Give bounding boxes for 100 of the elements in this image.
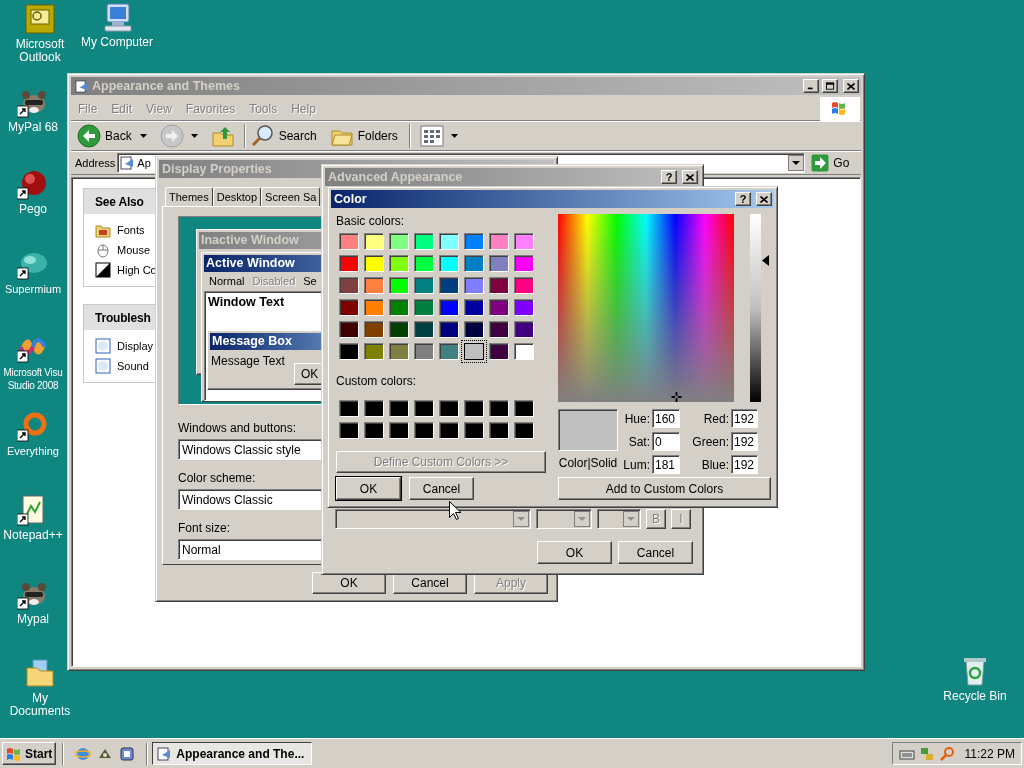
color-swatch[interactable] <box>464 299 484 316</box>
panel-link[interactable]: Sound <box>117 357 149 375</box>
icon-label[interactable]: Microsoft Visu Studio 2008 <box>0 366 66 392</box>
folder-icon[interactable] <box>24 657 56 689</box>
number-field[interactable]: 0 <box>652 432 680 451</box>
font-folder-icon[interactable] <box>95 222 111 238</box>
contrast-icon[interactable] <box>95 262 111 278</box>
luminance-slider[interactable] <box>750 214 769 402</box>
dialog-button[interactable]: OK <box>336 477 401 500</box>
color-swatch[interactable] <box>414 321 434 338</box>
color-swatch[interactable] <box>439 233 459 250</box>
panel-link[interactable]: Fonts <box>117 221 145 239</box>
caret-icon[interactable] <box>190 134 198 138</box>
back-button[interactable]: Back <box>76 123 133 149</box>
color-swatch[interactable] <box>489 343 509 360</box>
number-field[interactable]: 192 <box>731 432 758 451</box>
icon-label[interactable]: My Documents <box>0 692 80 718</box>
color-swatch[interactable] <box>464 422 484 439</box>
color-swatch[interactable] <box>389 299 409 316</box>
color-swatch[interactable] <box>489 255 509 272</box>
folders-button[interactable]: Folders <box>327 123 400 149</box>
color-swatch[interactable] <box>514 400 534 417</box>
color-swatch[interactable] <box>514 255 534 272</box>
color-swatch[interactable] <box>414 233 434 250</box>
color-swatch[interactable] <box>439 400 459 417</box>
color-swatch[interactable] <box>514 321 534 338</box>
tab[interactable]: Themes <box>165 187 213 206</box>
color-swatch[interactable] <box>364 321 384 338</box>
icon-label[interactable]: Recycle Bin <box>943 690 1007 703</box>
color-swatch[interactable] <box>514 299 534 316</box>
icon-label[interactable]: Notepad++ <box>3 529 63 542</box>
number-field[interactable]: 192 <box>731 455 758 474</box>
color-swatch[interactable] <box>364 233 384 250</box>
color-swatch[interactable] <box>439 299 459 316</box>
color-swatch[interactable] <box>489 277 509 294</box>
ring-icon[interactable] <box>17 410 49 442</box>
icon-label[interactable]: MyPal 68 <box>8 121 58 134</box>
panel-link[interactable]: Display <box>117 337 154 355</box>
maximize-button[interactable] <box>822 79 838 93</box>
views-icon[interactable] <box>419 125 444 147</box>
color-swatch[interactable] <box>364 343 384 360</box>
number-field[interactable]: 181 <box>652 455 680 474</box>
menu-item[interactable]: Se <box>303 272 317 290</box>
icon-label[interactable]: Pego <box>19 203 47 216</box>
start-button[interactable]: Start <box>2 742 57 765</box>
icon-label[interactable]: Mypal <box>17 613 49 626</box>
add-to-custom-colors-button[interactable]: Add to Custom Colors <box>558 477 771 500</box>
color-swatch[interactable] <box>514 422 534 439</box>
color-swatch[interactable] <box>464 400 484 417</box>
menu-item[interactable]: Normal <box>209 272 245 290</box>
color-swatch[interactable] <box>389 233 409 250</box>
ball-icon[interactable] <box>17 168 49 200</box>
help-button[interactable]: ? <box>661 170 677 184</box>
color-swatch[interactable] <box>339 321 359 338</box>
color-swatch[interactable] <box>389 400 409 417</box>
color-swatch[interactable] <box>389 321 409 338</box>
dialog-button[interactable]: Cancel <box>618 541 693 564</box>
panel-link[interactable]: Mouse <box>117 241 151 259</box>
color-swatch[interactable] <box>414 422 434 439</box>
color-swatch[interactable] <box>489 400 509 417</box>
close-button[interactable] <box>843 79 859 93</box>
color-swatch[interactable] <box>489 299 509 316</box>
color-swatch[interactable] <box>389 343 409 360</box>
close-button[interactable] <box>682 170 698 184</box>
caret-icon[interactable] <box>450 134 458 138</box>
color-swatch[interactable] <box>439 255 459 272</box>
color-swatch[interactable] <box>364 400 384 417</box>
color-swatch[interactable] <box>339 400 359 417</box>
color-swatch[interactable] <box>464 321 484 338</box>
color-swatch[interactable] <box>489 233 509 250</box>
color-swatch[interactable] <box>389 255 409 272</box>
color-swatch[interactable] <box>389 277 409 294</box>
color-swatch[interactable] <box>514 343 534 360</box>
color-swatch[interactable] <box>489 321 509 338</box>
color-swatch[interactable] <box>489 422 509 439</box>
color-swatch[interactable] <box>464 277 484 294</box>
color-swatch[interactable] <box>364 255 384 272</box>
color-swatch[interactable] <box>464 255 484 272</box>
dialog-button[interactable]: OK <box>537 541 612 564</box>
color-swatch[interactable] <box>464 343 484 360</box>
color-swatch[interactable] <box>439 321 459 338</box>
caret-icon[interactable] <box>139 134 147 138</box>
tab[interactable]: Screen Sa <box>261 187 321 206</box>
color-swatch[interactable] <box>439 422 459 439</box>
minimize-button[interactable] <box>803 79 819 93</box>
dialog-button[interactable]: Cancel <box>409 477 474 500</box>
color-swatch[interactable] <box>414 255 434 272</box>
number-field[interactable]: 192 <box>731 409 758 428</box>
color-swatch[interactable] <box>414 400 434 417</box>
icon-label[interactable]: Microsoft Outlook <box>0 38 80 64</box>
search-button[interactable]: Search <box>248 123 319 149</box>
color-swatch[interactable] <box>364 299 384 316</box>
color-swatch[interactable] <box>514 277 534 294</box>
color-swatch[interactable] <box>339 277 359 294</box>
taskbar-button[interactable]: Appearance and The... <box>152 742 313 765</box>
tab[interactable]: Desktop <box>212 187 262 206</box>
color-swatch[interactable] <box>414 343 434 360</box>
color-swatch[interactable] <box>364 277 384 294</box>
color-swatch[interactable] <box>339 255 359 272</box>
number-field[interactable]: 160 <box>652 409 680 428</box>
